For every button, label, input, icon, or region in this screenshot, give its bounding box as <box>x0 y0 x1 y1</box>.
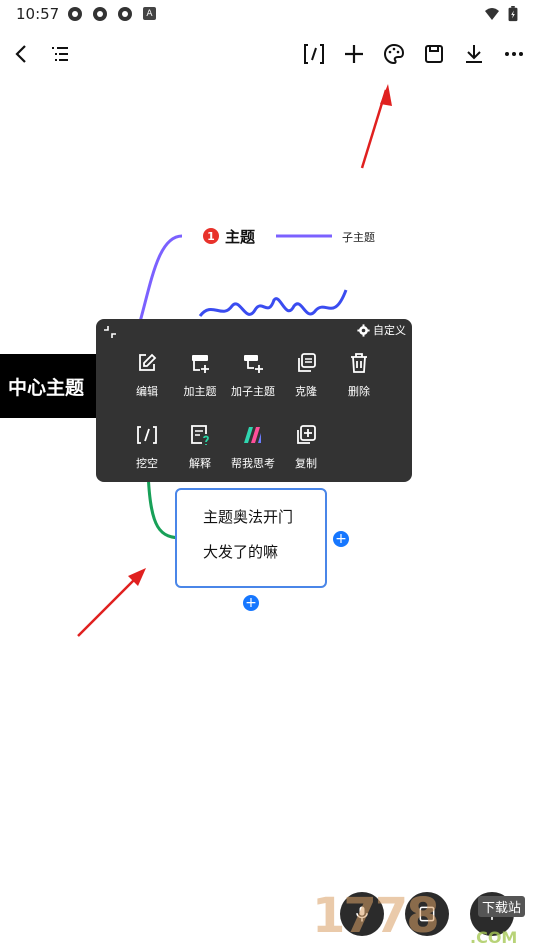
app-notification-icon <box>93 7 107 21</box>
save-icon <box>425 45 443 63</box>
subtopic-node[interactable]: 子主题 <box>342 229 375 245</box>
menu-item-explain[interactable]: 解释 <box>173 423 227 483</box>
menu-item-copy[interactable]: 复制 <box>279 423 333 483</box>
priority-badge: 1 <box>203 228 219 244</box>
menu-item-label: 解释 <box>189 457 211 470</box>
back-icon <box>15 45 26 63</box>
scribble-drawing <box>198 289 348 318</box>
add-child-button[interactable]: + <box>243 595 259 611</box>
menu-item-add-subtopic[interactable]: 加子主题 <box>226 351 280 411</box>
menu-item-label: 挖空 <box>136 457 158 470</box>
app-notification-icon <box>68 7 82 21</box>
app-notification-icon <box>118 7 132 21</box>
menu-item-label: 加子主题 <box>231 385 275 398</box>
palette-icon <box>384 43 405 65</box>
menu-item-add-topic[interactable]: 加主题 <box>173 351 227 411</box>
annotation-arrow <box>77 573 141 637</box>
menu-item-ai-think[interactable]: 帮我思考 <box>226 423 280 483</box>
selected-topic-text-line1: 主题奥法开门 <box>203 508 294 526</box>
menu-item-blank-fill[interactable]: 挖空 <box>120 423 174 483</box>
menu-item-label: 编辑 <box>136 385 158 398</box>
delete-icon <box>351 353 367 373</box>
add-topic-icon <box>192 355 209 373</box>
more-icon <box>505 52 523 56</box>
menu-item-label: 删除 <box>348 385 370 398</box>
menu-item-edit[interactable]: 编辑 <box>120 351 174 411</box>
customize-button[interactable]: 自定义 <box>357 322 406 338</box>
battery-icon <box>508 6 518 22</box>
download-icon <box>466 45 482 63</box>
add-icon <box>345 45 363 63</box>
menu-item-label: 加主题 <box>183 385 217 398</box>
main-topic-label: 主题 <box>225 227 256 246</box>
add-sibling-button[interactable]: + <box>333 531 349 547</box>
copy-icon <box>297 425 316 444</box>
save-button[interactable] <box>418 38 450 70</box>
theme-button[interactable] <box>378 38 410 70</box>
back-button[interactable] <box>6 38 38 70</box>
customize-label: 自定义 <box>373 324 406 337</box>
watermark-logo: 1778 <box>312 888 440 944</box>
outline-button[interactable] <box>44 38 76 70</box>
menu-item-label: 帮我思考 <box>231 457 275 470</box>
gear-icon <box>357 323 370 337</box>
annotation-arrow <box>380 84 392 106</box>
menu-item-label: 复制 <box>295 457 317 470</box>
status-time: 10:57 <box>16 5 60 23</box>
collapse-icon[interactable] <box>102 324 118 340</box>
watermark-sub: 下载站 <box>478 896 526 917</box>
menu-item-delete[interactable]: 删除 <box>332 351 386 411</box>
watermark-domain: .COM <box>470 928 518 947</box>
a-badge-icon: A <box>143 7 156 20</box>
node-context-menu: 自定义 编辑 加主题 加子主题 克隆 删除 挖空 解释 帮我思考 复制 <box>96 319 412 482</box>
blank-fill-icon <box>304 44 324 64</box>
annotation-arrow <box>128 568 146 586</box>
ai-think-icon <box>244 427 261 443</box>
clone-icon <box>298 353 316 372</box>
outline-list-icon <box>52 47 68 61</box>
annotation-arrow <box>360 89 388 169</box>
selected-topic-node[interactable]: 主题奥法开门 大发了的嘛 <box>175 488 327 588</box>
blank-fill-icon <box>137 426 157 444</box>
central-topic-label: 中心主题 <box>8 376 85 399</box>
edit-icon <box>139 353 157 371</box>
wifi-icon <box>485 8 499 20</box>
selected-topic-text-line2: 大发了的嘛 <box>203 543 279 561</box>
blank-fill-button[interactable] <box>298 38 330 70</box>
explain-icon <box>191 425 209 445</box>
download-button[interactable] <box>458 38 490 70</box>
central-topic-node[interactable]: 中心主题 <box>0 354 96 418</box>
main-topic-node[interactable]: 1 主题 <box>203 225 255 247</box>
menu-item-label: 克隆 <box>295 385 317 398</box>
status-bar: 10:57 A <box>0 0 534 28</box>
add-button[interactable] <box>338 38 370 70</box>
more-button[interactable] <box>498 38 530 70</box>
menu-item-clone[interactable]: 克隆 <box>279 351 333 411</box>
add-subtopic-icon <box>244 355 263 373</box>
